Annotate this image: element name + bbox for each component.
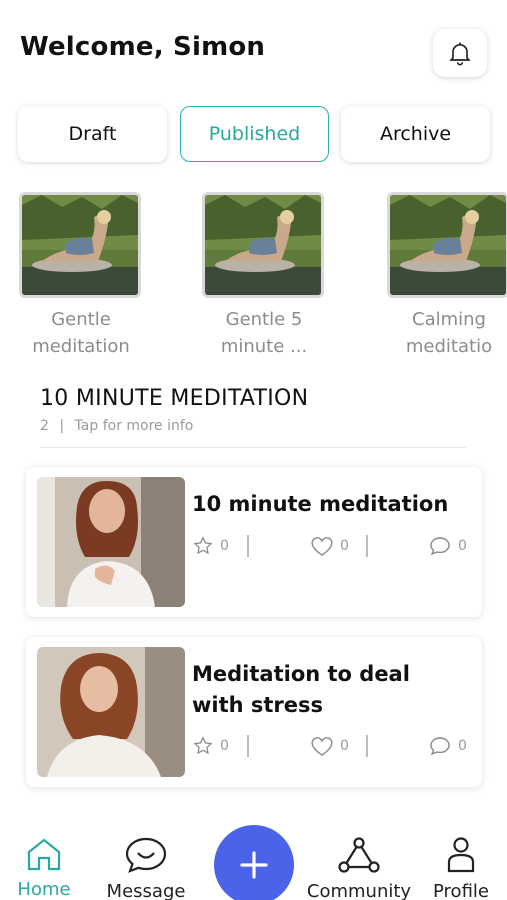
video-stats: 0 0 0 [192, 734, 472, 758]
comments-count: 0 [458, 738, 467, 754]
nav-home[interactable]: Home [12, 836, 76, 900]
stat-separator [247, 735, 249, 757]
nav-home-label: Home [17, 879, 71, 900]
stat-separator [366, 735, 368, 757]
carousel-item-title: Gentle 5 minute ... [220, 309, 308, 357]
nav-profile-label: Profile [433, 881, 489, 900]
heart-icon [311, 537, 333, 556]
video-stats: 0 0 0 [192, 534, 472, 558]
playlist-title[interactable]: 10 MINUTE MEDITATION [40, 386, 308, 411]
yoga-thumbnail [387, 192, 507, 298]
tab-archive[interactable]: Archive [341, 106, 490, 162]
carousel-item[interactable]: Gentle 5 minute ... [202, 192, 326, 360]
comments-count: 0 [458, 538, 467, 554]
nav-message-label: Message [106, 881, 186, 900]
nav-message[interactable]: Message [100, 836, 192, 900]
stat-separator [247, 535, 249, 557]
heart-icon [311, 737, 333, 756]
video-thumbnail [37, 477, 185, 607]
playlist-hint: Tap for more info [74, 418, 194, 434]
video-title: Meditation to deal with stress [192, 662, 410, 717]
video-thumbnail [37, 647, 185, 777]
playlist-separator: | [59, 418, 65, 434]
comment-icon [430, 537, 450, 556]
chat-icon [125, 837, 167, 873]
bottom-nav: Home Message Community Profile [0, 820, 507, 900]
star-icon [193, 536, 213, 555]
video-carousel[interactable]: Gentle meditation Gentle 5 minute ... Ca… [0, 192, 507, 362]
likes-stat[interactable]: 0 [310, 734, 349, 758]
stars-count: 0 [220, 538, 229, 554]
yoga-thumbnail [19, 192, 141, 298]
nav-community-label: Community [306, 881, 412, 900]
carousel-item[interactable]: Calming meditatio [387, 192, 507, 360]
bell-icon [449, 42, 471, 66]
stars-stat[interactable]: 0 [192, 534, 229, 558]
stat-separator [366, 535, 368, 557]
likes-count: 0 [340, 538, 349, 554]
comment-icon [430, 737, 450, 756]
tab-published[interactable]: Published [180, 106, 329, 162]
status-tabs: Draft Published Archive [18, 106, 490, 162]
create-button[interactable] [214, 825, 294, 900]
stars-stat[interactable]: 0 [192, 734, 229, 758]
comments-stat[interactable]: 0 [428, 534, 467, 558]
community-icon [338, 837, 380, 873]
likes-count: 0 [340, 738, 349, 754]
likes-stat[interactable]: 0 [310, 534, 349, 558]
video-card[interactable]: 10 minute meditation 0 0 0 [26, 467, 482, 617]
star-icon [193, 736, 213, 755]
playlist-count: 2 [40, 418, 49, 434]
notifications-button[interactable] [433, 29, 487, 77]
home-icon [27, 838, 61, 871]
divider [40, 447, 466, 448]
plus-icon [240, 851, 268, 879]
video-title: 10 minute meditation [192, 492, 449, 516]
carousel-item[interactable]: Gentle meditation [19, 192, 143, 360]
yoga-thumbnail [202, 192, 324, 298]
nav-profile[interactable]: Profile [428, 836, 494, 900]
carousel-item-title: Calming meditatio [405, 309, 493, 357]
video-card[interactable]: Meditation to deal with stress 0 0 0 [26, 637, 482, 787]
profile-icon [447, 837, 475, 873]
stars-count: 0 [220, 738, 229, 754]
carousel-item-title: Gentle meditation [32, 309, 130, 357]
page-title: Welcome, Simon [20, 32, 266, 62]
playlist-info[interactable]: 2 | Tap for more info [40, 418, 193, 434]
nav-community[interactable]: Community [302, 836, 416, 900]
comments-stat[interactable]: 0 [428, 734, 467, 758]
tab-draft[interactable]: Draft [18, 106, 167, 162]
